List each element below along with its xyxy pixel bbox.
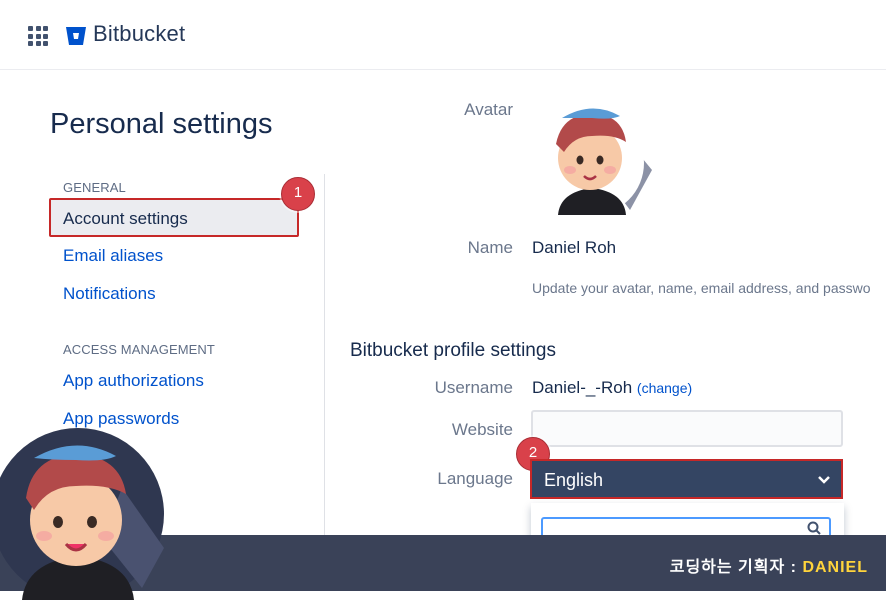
website-label: Website	[451, 420, 513, 439]
page-title: Personal settings	[50, 108, 273, 140]
chevron-down-icon	[818, 476, 830, 484]
sidebar-item-app-authorizations[interactable]: App authorizations	[63, 371, 204, 391]
user-avatar[interactable]	[540, 100, 652, 215]
sidebar-section-general: GENERAL	[63, 180, 126, 195]
app-grid-icon[interactable]	[28, 26, 48, 46]
name-value: Daniel Roh	[532, 238, 617, 257]
footer-prefix: 코딩하는 기획자 :	[669, 559, 803, 576]
sidebar-divider	[324, 174, 325, 536]
username-value: Daniel-_-Roh	[532, 378, 633, 397]
sidebar-item-notifications[interactable]: Notifications	[63, 284, 156, 304]
search-icon	[807, 521, 821, 535]
account-help-text: Update your avatar, name, email address,…	[532, 280, 871, 296]
profile-settings-title: Bitbucket profile settings	[350, 340, 556, 361]
username-label: Username	[434, 378, 513, 397]
bitbucket-logo-icon[interactable]	[65, 25, 87, 47]
app-name[interactable]: Bitbucket	[93, 21, 185, 47]
footer-accent: DANIEL	[802, 559, 868, 576]
username-row: Daniel-_-Roh (change)	[532, 378, 692, 398]
language-select-value: English	[544, 470, 604, 490]
change-username-link[interactable]: (change)	[637, 380, 692, 396]
avatar-label: Avatar	[464, 100, 513, 119]
step-badge-1: 1	[281, 177, 315, 211]
sidebar-item-account-settings[interactable]: Account settings	[63, 209, 188, 229]
website-input[interactable]	[531, 410, 843, 447]
top-bar: Bitbucket	[0, 0, 886, 70]
name-label: Name	[467, 238, 513, 257]
mascot-avatar	[0, 428, 164, 600]
language-label: Language	[437, 469, 513, 488]
language-select[interactable]: English	[530, 459, 843, 499]
sidebar-item-email-aliases[interactable]: Email aliases	[63, 246, 163, 266]
sidebar-section-access-management: ACCESS MANAGEMENT	[63, 342, 215, 357]
footer-caption: 코딩하는 기획자 : DANIEL	[670, 553, 868, 577]
sidebar-item-app-passwords[interactable]: App passwords	[63, 409, 179, 429]
